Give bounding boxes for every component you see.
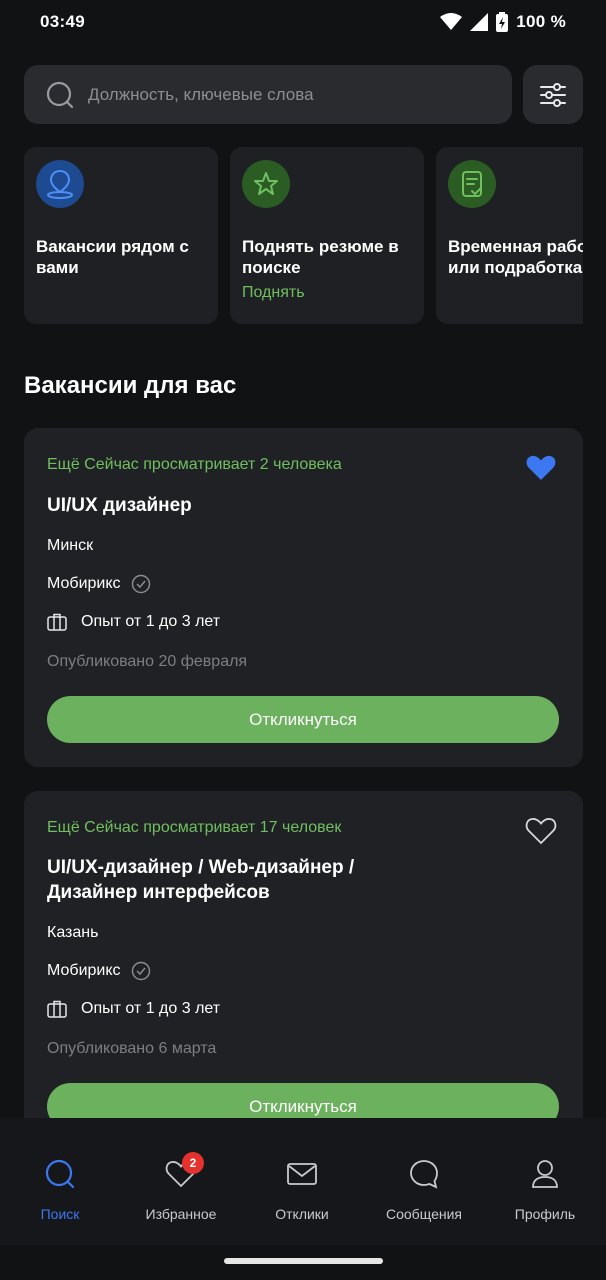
apply-button[interactable]: Откликнуться xyxy=(47,696,559,743)
nav-label: Сообщения xyxy=(386,1206,462,1222)
vacancy-card[interactable]: Ещё Сейчас просматривает 2 человека UI/U… xyxy=(24,428,583,767)
battery-icon xyxy=(496,12,509,32)
bottom-navigation: Поиск 2 Избранное Отклики Сообщения Проф… xyxy=(0,1118,606,1245)
search-icon xyxy=(45,1159,75,1189)
filters-icon xyxy=(540,82,566,107)
heart-icon: 2 xyxy=(165,1152,204,1190)
verified-check-icon xyxy=(131,574,150,594)
chat-bubble-icon xyxy=(410,1160,438,1189)
briefcase-icon xyxy=(47,1000,67,1018)
section-title: Вакансии для вас xyxy=(24,372,237,399)
quick-card-title: Вакансии рядом с вами xyxy=(36,237,189,277)
vacancy-title[interactable]: UI/UX дизайнер xyxy=(47,493,192,518)
vacancy-experience: Опыт от 1 до 3 лет xyxy=(47,613,220,631)
quick-card-title: Поднять резюме в поиске xyxy=(242,237,399,277)
search-icon xyxy=(46,81,74,108)
briefcase-icon xyxy=(47,613,67,631)
experience-text: Опыт от 1 до 3 лет xyxy=(81,1000,221,1017)
vacancy-city: Казань xyxy=(47,924,99,941)
status-icons: 100 % xyxy=(440,12,566,32)
wifi-icon xyxy=(440,13,463,30)
favorite-filled-icon[interactable] xyxy=(525,452,557,484)
nav-label: Поиск xyxy=(40,1206,80,1222)
nav-label: Отклики xyxy=(275,1206,329,1222)
vacancy-experience: Опыт от 1 до 3 лет xyxy=(47,1000,220,1018)
favorite-outline-icon[interactable] xyxy=(525,815,557,847)
vacancy-company[interactable]: Мобирикс xyxy=(47,961,151,981)
verified-check-icon xyxy=(131,961,150,981)
status-bar: 03:49 100 % xyxy=(0,0,606,44)
quick-card-nearby[interactable]: Вакансии рядом с вами xyxy=(24,147,218,324)
quick-card-boost-resume[interactable]: Поднять резюме в поиске Поднять xyxy=(230,147,424,324)
home-indicator[interactable] xyxy=(224,1258,383,1264)
quick-card-temp-work[interactable]: Временная работа или подработка xyxy=(436,147,583,324)
viewers-count: Ещё Сейчас просматривает 2 человека xyxy=(47,456,342,473)
published-date: Опубликовано 6 марта xyxy=(47,1040,217,1057)
apply-button[interactable]: Откликнуться xyxy=(47,1083,559,1118)
company-name: Мобирикс xyxy=(47,962,121,979)
vacancy-company[interactable]: Мобирикс xyxy=(47,574,151,594)
favorites-badge: 2 xyxy=(182,1152,204,1174)
nav-item-search[interactable]: Поиск xyxy=(5,1158,115,1222)
vacancy-title[interactable]: UI/UX-дизайнер / Web-дизайнер / Дизайнер… xyxy=(47,855,354,905)
star-icon xyxy=(242,160,290,208)
nav-item-profile[interactable]: Профиль xyxy=(490,1158,600,1222)
quick-card-title: Временная работа или подработка xyxy=(448,237,583,277)
quick-actions-carousel[interactable]: Вакансии рядом с вами Поднять резюме в п… xyxy=(24,147,583,325)
person-icon xyxy=(532,1160,558,1188)
company-name: Мобирикс xyxy=(47,575,121,592)
vacancy-list[interactable]: Ещё Сейчас просматривает 2 человека UI/U… xyxy=(0,428,606,1118)
viewers-count: Ещё Сейчас просматривает 17 человек xyxy=(47,819,342,836)
envelope-icon xyxy=(287,1163,317,1185)
location-pin-icon xyxy=(36,160,84,208)
vacancy-card[interactable]: Ещё Сейчас просматривает 17 человек UI/U… xyxy=(24,791,583,1118)
search-input[interactable]: Должность, ключевые слова xyxy=(24,65,512,124)
document-check-icon xyxy=(448,160,496,208)
vacancy-city: Минск xyxy=(47,537,94,554)
status-time: 03:49 xyxy=(40,12,85,31)
signal-icon xyxy=(470,13,489,31)
boost-resume-link[interactable]: Поднять xyxy=(242,284,412,302)
nav-item-favorites[interactable]: 2 Избранное xyxy=(126,1152,236,1222)
experience-text: Опыт от 1 до 3 лет xyxy=(81,613,221,630)
published-date: Опубликовано 20 февраля xyxy=(47,653,248,670)
filters-button[interactable] xyxy=(523,65,583,124)
nav-item-responses[interactable]: Отклики xyxy=(247,1158,357,1222)
battery-level: 100 % xyxy=(516,12,566,31)
search-placeholder: Должность, ключевые слова xyxy=(88,84,314,104)
nav-item-messages[interactable]: Сообщения xyxy=(369,1158,479,1222)
nav-label: Избранное xyxy=(145,1206,217,1222)
nav-label: Профиль xyxy=(514,1206,576,1222)
